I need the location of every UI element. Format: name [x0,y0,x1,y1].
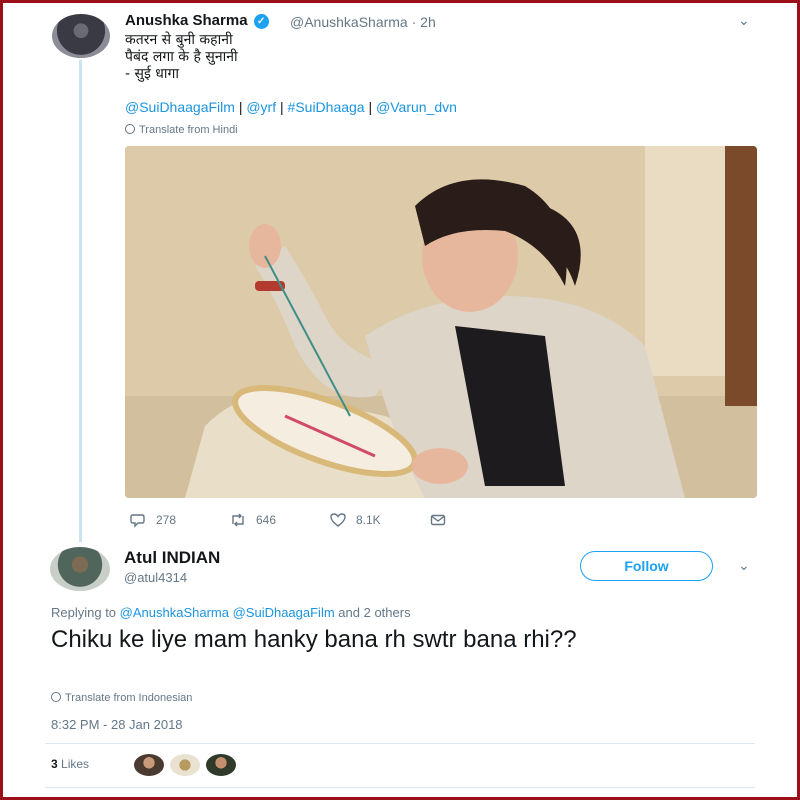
liker-avatar[interactable] [170,754,200,776]
tweet-text: कतरन से बुनी कहानी पैबंद लगा के है सुनान… [125,32,238,83]
likes-summary[interactable]: 3 Likes [51,757,89,771]
retweet-count: 646 [256,513,277,527]
retweet-action[interactable]: 646 [230,512,276,528]
chevron-down-icon[interactable]: ⌄ [738,557,750,574]
divider [45,743,755,744]
like-count: 8.1K [356,513,381,527]
divider [45,787,755,788]
translate-link[interactable]: Translate from Hindi [125,124,238,136]
author-name-text[interactable]: Anushka Sharma [125,12,248,29]
verified-badge-icon: ✓ [253,14,269,29]
chevron-down-icon[interactable]: ⌄ [738,12,750,29]
tweet-actions: 278 646 8.1K [125,512,465,530]
tag-separator: | [280,99,284,115]
heart-icon [330,513,346,527]
globe-icon [51,692,61,702]
reply-author-name[interactable]: Atul INDIAN [124,548,220,568]
dm-action[interactable] [430,512,446,528]
tag-separator: | [238,99,243,115]
replying-to: Replying to @AnushkaSharma @SuiDhaagaFil… [51,605,411,620]
thread-connector [79,60,82,542]
reply-author-avatar[interactable] [50,547,110,591]
replying-mentions[interactable]: @AnushkaSharma @SuiDhaagaFilm [120,605,335,620]
tag-separator: | [368,99,373,115]
reply-timestamp[interactable]: 8:32 PM - 28 Jan 2018 [51,717,183,732]
reply-icon [130,514,145,528]
likes-count: 3 [51,757,58,771]
reply-translate-link[interactable]: Translate from Indonesian [51,692,192,704]
like-action[interactable]: 8.1K [330,512,381,528]
tweet-tags: @SuiDhaagaFilm | @yrf | #SuiDhaaga | @Va… [125,99,457,115]
follow-button[interactable]: Follow [580,551,713,581]
tweet-photo[interactable] [125,146,757,498]
mention-link[interactable]: @SuiDhaagaFilm [125,99,235,115]
liker-avatar[interactable] [206,754,236,776]
author-avatar[interactable] [52,14,110,58]
globe-icon [125,124,135,134]
author-name[interactable]: Anushka Sharma ✓ [125,12,269,29]
tweet-line: - सुई धागा [125,66,180,82]
reply-translate-label[interactable]: Translate from Indonesian [65,692,192,704]
retweet-icon [232,513,244,527]
tweet-time[interactable]: · 2h [412,14,436,30]
tweet-line: कतरन से बुनी कहानी [125,32,233,48]
dm-icon [430,514,446,526]
reply-text: Chiku ke liye mam hanky bana rh swtr ban… [51,626,577,653]
reply-author-handle[interactable]: @atul4314 [124,570,187,585]
author-handle[interactable]: @AnushkaSharma [290,14,408,30]
liker-avatar[interactable] [134,754,164,776]
reply-action[interactable]: 278 [130,512,176,528]
hashtag-link[interactable]: #SuiDhaaga [288,99,365,115]
mention-link[interactable]: @yrf [246,99,276,115]
replying-prefix: Replying to [51,605,117,620]
translate-label[interactable]: Translate from Hindi [139,124,238,136]
likes-label: Likes [61,757,90,771]
photo-illustration [125,146,757,498]
reply-count: 278 [156,513,177,527]
author-handle-row[interactable]: @AnushkaSharma · 2h [290,14,436,30]
tweet-line: पैबंद लगा के है सुनानी [125,49,238,65]
mention-link[interactable]: @Varun_dvn [376,99,457,115]
replying-others[interactable]: and 2 others [338,605,410,620]
